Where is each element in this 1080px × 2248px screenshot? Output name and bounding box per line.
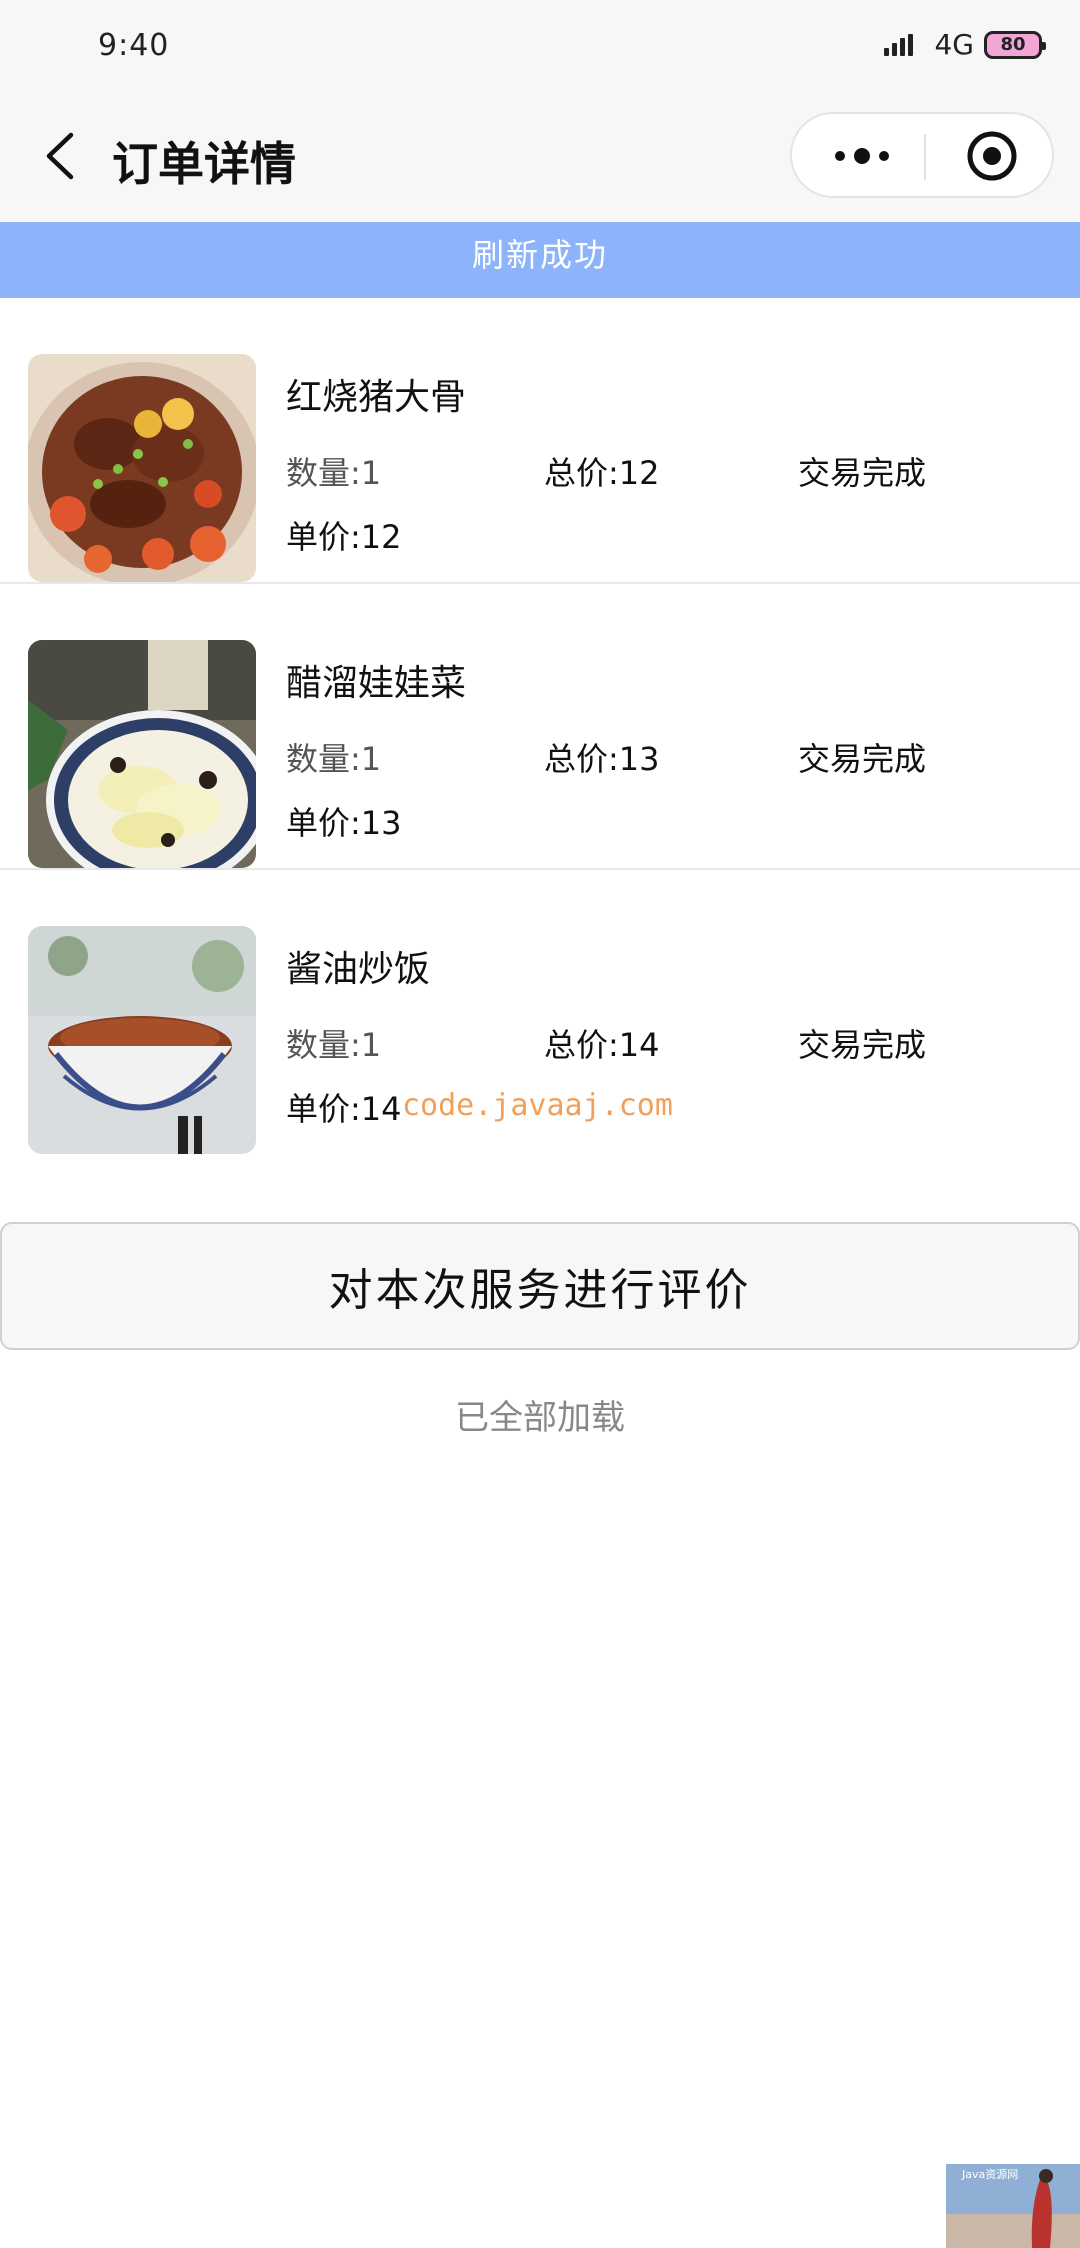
order-item[interactable]: 醋溜娃娃菜 数量:1 总价:13 交易完成 单价:13	[0, 584, 1080, 870]
dish-name: 醋溜娃娃菜	[286, 663, 467, 704]
battery-level: 80	[1000, 34, 1026, 55]
refresh-banner: 刷新成功	[0, 222, 1080, 298]
order-status: 交易完成	[798, 454, 927, 492]
dish-total-price: 总价:12	[544, 454, 660, 492]
signal-icon	[884, 32, 924, 58]
close-button[interactable]	[942, 114, 1042, 198]
order-item[interactable]: 红烧猪大骨 数量:1 总价:12 交易完成 单价:12	[0, 298, 1080, 584]
dish-total-price: 总价:13	[544, 740, 660, 778]
close-target-icon	[967, 131, 1017, 181]
dish-name: 酱油炒饭	[286, 949, 431, 990]
dish-total-price: 总价:14	[544, 1026, 660, 1064]
order-item[interactable]: 酱油炒饭 数量:1 总价:14 交易完成 单价:14 code.javaaj.c…	[0, 870, 1080, 1156]
dish-quantity: 数量:1	[286, 740, 382, 778]
order-list: 红烧猪大骨 数量:1 总价:12 交易完成 单价:12 醋溜娃娃菜 数量:1 总…	[0, 298, 1080, 1156]
status-time: 9:40	[98, 28, 170, 63]
loaded-all-text: 已全部加载	[455, 1398, 625, 1438]
dish-unit-price: 单价:14	[286, 1090, 402, 1128]
watermark-text: code.javaaj.com	[402, 1088, 673, 1123]
battery-icon: 80	[984, 30, 1046, 59]
back-icon	[46, 132, 74, 180]
corner-watermark-label: Java资源网	[962, 2168, 1019, 2181]
refresh-text: 刷新成功	[471, 236, 608, 274]
dish-name: 红烧猪大骨	[286, 377, 467, 418]
order-status: 交易完成	[798, 740, 927, 778]
more-dots-icon	[835, 148, 889, 164]
order-status: 交易完成	[798, 1026, 927, 1064]
mini-program-capsule	[790, 112, 1054, 198]
status-bar: 9:40 4G 80	[0, 0, 1080, 100]
dish-unit-price: 单价:13	[286, 804, 402, 842]
corner-watermark-image: Java资源网	[946, 2164, 1080, 2248]
dish-quantity: 数量:1	[286, 454, 382, 492]
dish-unit-price: 单价:12	[286, 518, 402, 556]
review-button[interactable]: 对本次服务进行评价	[0, 1222, 1080, 1350]
dish-quantity: 数量:1	[286, 1026, 382, 1064]
nav-bar: 订单详情	[0, 100, 1080, 222]
network-label: 4G	[934, 28, 974, 61]
status-indicators: 4G 80	[884, 28, 1046, 61]
dish-image	[28, 926, 256, 1154]
more-button[interactable]	[812, 114, 912, 198]
capsule-divider	[924, 134, 926, 180]
page-title: 订单详情	[112, 137, 296, 191]
dish-image	[28, 354, 256, 582]
dish-image	[28, 640, 256, 868]
back-button[interactable]	[30, 126, 90, 186]
